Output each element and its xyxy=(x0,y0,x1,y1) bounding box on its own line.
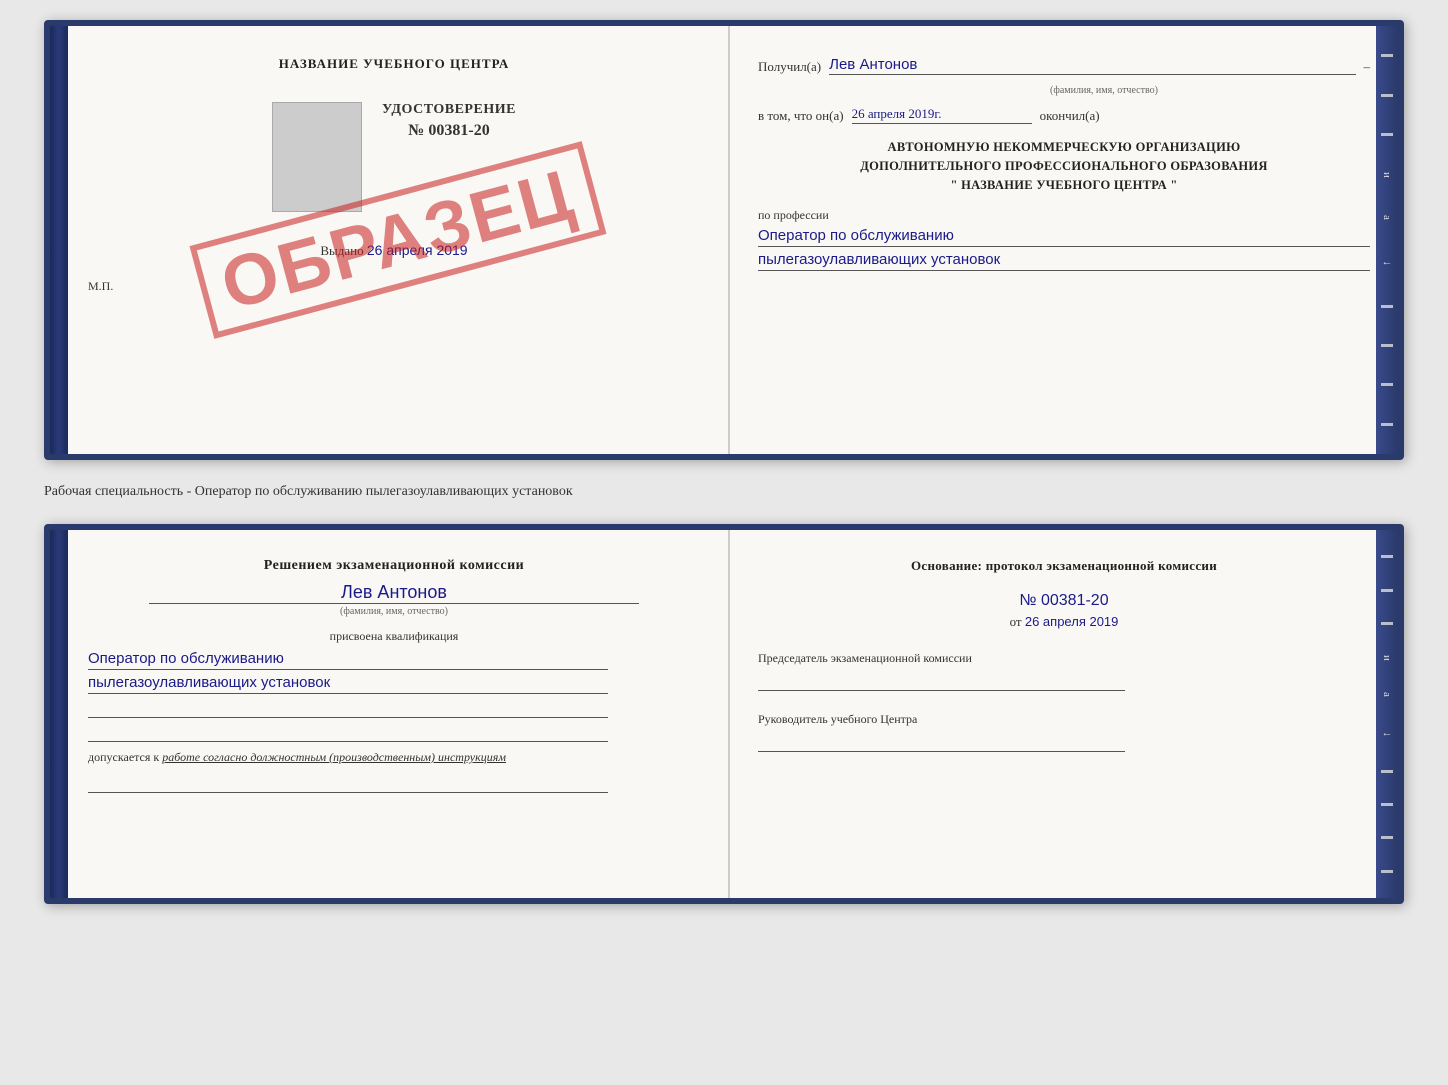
blank-line2 xyxy=(88,722,608,742)
qualification-line2: пылегазоулавливающих установок xyxy=(88,674,608,694)
bottom-right-panel: Основание: протокол экзаменационной коми… xyxy=(730,530,1398,898)
bottom-document-spread: Решением экзаменационной комиссии Лев Ан… xyxy=(44,524,1404,904)
admission-label: допускается к xyxy=(88,750,159,764)
bottom-right-side-marks: и а ← xyxy=(1376,530,1398,898)
received-name: Лев Антонов xyxy=(829,56,1355,75)
doc-right-panel: Получил(а) Лев Антонов – (фамилия, имя, … xyxy=(730,26,1398,454)
protocol-number: № 00381-20 xyxy=(758,592,1370,610)
profession-block: по профессии Оператор по обслуживанию пы… xyxy=(758,208,1370,271)
admission-work: работе согласно должностным (производств… xyxy=(162,750,506,764)
org-line2: ДОПОЛНИТЕЛЬНОГО ПРОФЕССИОНАЛЬНОГО ОБРАЗО… xyxy=(758,157,1370,176)
issued-date: 26 апреля 2019 xyxy=(367,242,468,258)
received-label: Получил(а) xyxy=(758,59,821,75)
blank-line3 xyxy=(88,773,608,793)
right-side-marks: и а ← xyxy=(1376,26,1398,454)
inthat-label: в том, что он(а) xyxy=(758,108,844,124)
photo-placeholder xyxy=(272,102,362,212)
protocol-date: от 26 апреля 2019 xyxy=(758,614,1370,630)
cert-title: НАЗВАНИЕ УЧЕБНОГО ЦЕНТРА xyxy=(88,56,700,72)
profession-label: по профессии xyxy=(758,208,1370,223)
admission-text: допускается к работе согласно должностны… xyxy=(88,750,700,765)
protocol-date-value: 26 апреля 2019 xyxy=(1025,614,1119,629)
basis-heading: Основание: протокол экзаменационной коми… xyxy=(758,558,1370,574)
person-subtext: (фамилия, имя, отчество) xyxy=(88,606,700,617)
profession-line2: пылегазоулавливающих установок xyxy=(758,251,1370,271)
person-name: Лев Антонов xyxy=(149,582,639,604)
finished-label: окончил(а) xyxy=(1040,108,1100,124)
blank-line1 xyxy=(88,698,608,718)
top-document-spread: НАЗВАНИЕ УЧЕБНОГО ЦЕНТРА УДОСТОВЕРЕНИЕ №… xyxy=(44,20,1404,460)
inthat-date: 26 апреля 2019г. xyxy=(852,106,1032,124)
org-line3: " НАЗВАНИЕ УЧЕБНОГО ЦЕНТРА " xyxy=(758,176,1370,195)
decision-heading: Решением экзаменационной комиссии xyxy=(88,558,700,574)
doc-left-panel: НАЗВАНИЕ УЧЕБНОГО ЦЕНТРА УДОСТОВЕРЕНИЕ №… xyxy=(68,26,730,454)
inthat-row: в том, что он(а) 26 апреля 2019г. окончи… xyxy=(758,106,1370,124)
qualification-line1: Оператор по обслуживанию xyxy=(88,650,608,670)
middle-label: Рабочая специальность - Оператор по обсл… xyxy=(44,476,1404,508)
cert-number: № 00381-20 xyxy=(382,122,516,140)
profession-line1: Оператор по обслуживанию xyxy=(758,227,1370,247)
cert-type: УДОСТОВЕРЕНИЕ xyxy=(382,102,516,118)
issued-label: Выдано xyxy=(320,243,363,258)
chairman-sig-line xyxy=(758,671,1125,691)
qualification-label: присвоена квалификация xyxy=(88,629,700,644)
received-subtext: (фамилия, имя, отчество) xyxy=(838,85,1370,96)
bottom-doc-spine xyxy=(50,530,68,898)
doc-spine xyxy=(50,26,68,454)
received-row: Получил(а) Лев Антонов – xyxy=(758,56,1370,75)
chairman-label: Председатель экзаменационной комиссии xyxy=(758,650,1370,691)
bottom-left-panel: Решением экзаменационной комиссии Лев Ан… xyxy=(68,530,730,898)
org-line1: АВТОНОМНУЮ НЕКОММЕРЧЕСКУЮ ОРГАНИЗАЦИЮ xyxy=(758,138,1370,157)
mp-line: М.П. xyxy=(88,279,700,294)
director-sig-line xyxy=(758,732,1125,752)
director-label: Руководитель учебного Центра xyxy=(758,711,1370,752)
cert-issued: Выдано 26 апреля 2019 xyxy=(320,242,467,259)
protocol-date-prefix: от xyxy=(1010,614,1022,629)
org-block: АВТОНОМНУЮ НЕКОММЕРЧЕСКУЮ ОРГАНИЗАЦИЮ ДО… xyxy=(758,138,1370,194)
cert-stamp-area: УДОСТОВЕРЕНИЕ № 00381-20 Выдано 26 апрел… xyxy=(88,102,700,259)
